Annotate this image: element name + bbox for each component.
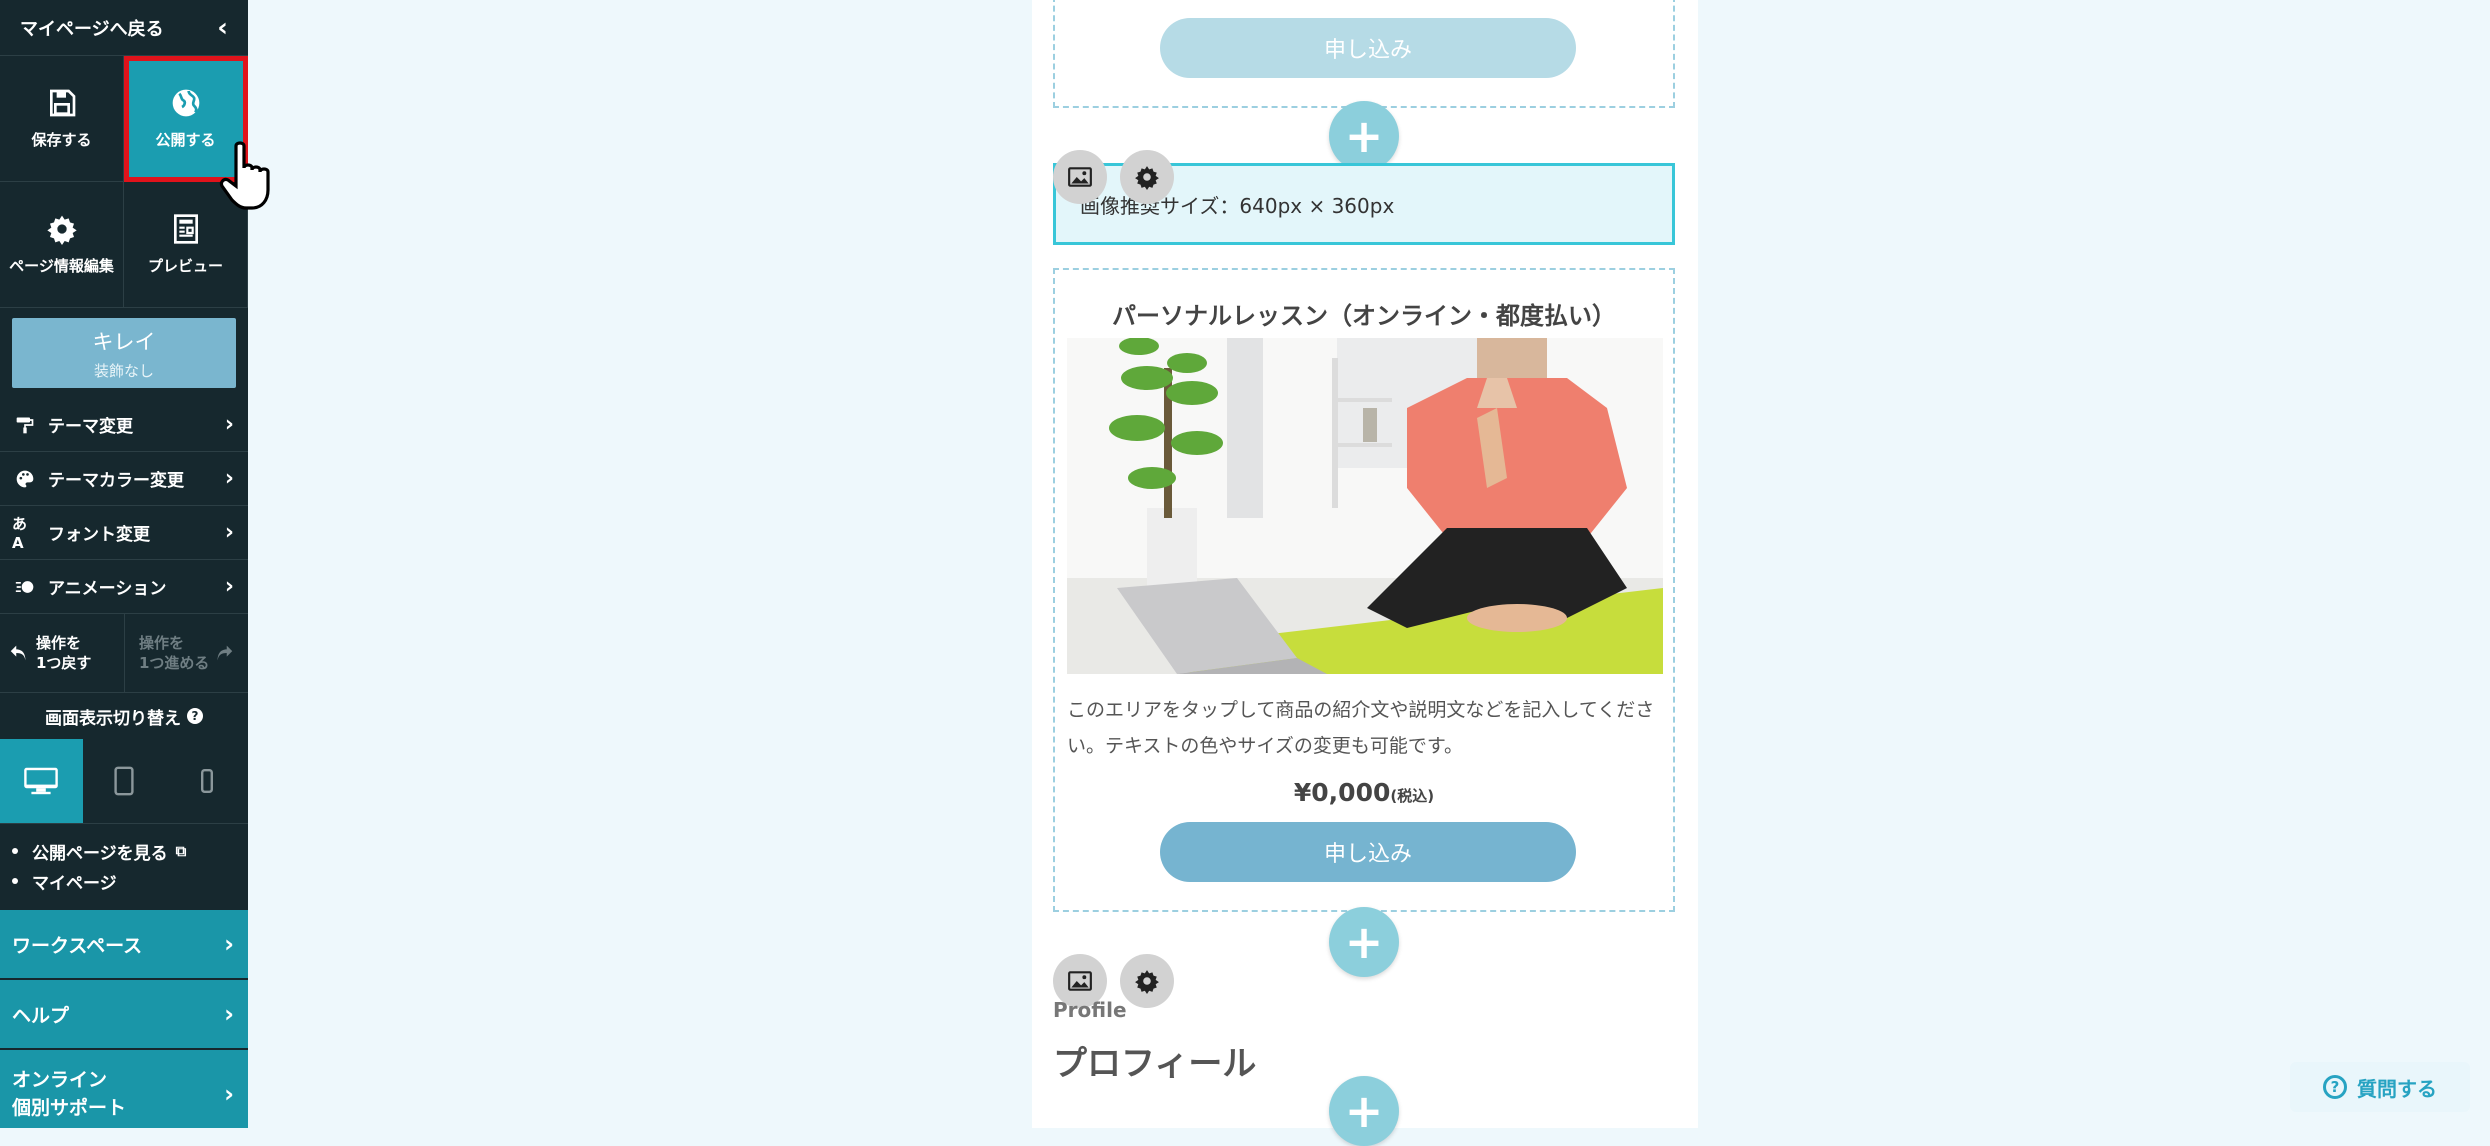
ask-question-label: 質問する [2357, 1076, 2437, 1101]
redo-label: 操作を 1つ進める [139, 634, 210, 672]
help-circle-icon[interactable]: ? [187, 708, 203, 724]
product-price: ¥0,000(税込) [1055, 778, 1673, 807]
image-icon [1068, 971, 1092, 991]
hand-cursor-icon [219, 141, 270, 210]
settings-tool-button[interactable] [1120, 954, 1174, 1008]
mypage-link-label: マイページ [32, 873, 117, 894]
plus-icon: + [1344, 1084, 1384, 1138]
paint-roller-icon [16, 417, 34, 433]
apply-button[interactable]: 申し込み [1160, 18, 1576, 78]
chevron-left-icon: ‹ [217, 12, 228, 43]
chevron-right-icon: › [224, 930, 234, 958]
palette-icon [16, 470, 34, 487]
publish-label: 公開する [155, 131, 216, 149]
product-description[interactable]: このエリアをタップして商品の紹介文や説明文などを記入してください。テキストの色や… [1067, 692, 1661, 764]
add-block-button[interactable]: + [1329, 907, 1399, 977]
font-icon: あA [12, 515, 28, 552]
gear-icon [46, 215, 77, 245]
save-label: 保存する [31, 131, 92, 149]
save-icon [49, 89, 75, 117]
image-tool-button[interactable] [1053, 150, 1107, 204]
chevron-right-icon: › [224, 520, 234, 545]
style-selector[interactable]: キレイ 装飾なし [12, 318, 236, 388]
product-block[interactable]: パーソナルレッスン（オンライン・都度払い） このエリアをタップして商品の紹介文や… [1053, 268, 1675, 912]
view-switch-title: 画面表示切り替え ? [0, 693, 248, 739]
add-block-button[interactable]: + [1329, 101, 1399, 171]
profile-subtitle[interactable]: Profile [1053, 998, 1127, 1022]
theme-color-item[interactable]: テーマカラー変更 › [0, 452, 248, 506]
workspace-button[interactable]: ワークスペース › [0, 910, 248, 980]
tablet-icon [114, 766, 134, 796]
mobile-icon [200, 769, 213, 793]
editor-sidebar: マイページへ戻る ‹ 保存する 公開する ページ情報編集 プレビュー キレイ 装… [0, 0, 248, 1128]
question-circle-icon: ? [2323, 1075, 2347, 1099]
apply-button[interactable]: 申し込み [1160, 822, 1576, 882]
back-to-mypage-label: マイページへ戻る [20, 18, 164, 40]
add-block-button[interactable]: + [1329, 1076, 1399, 1146]
image-icon [1068, 167, 1092, 187]
plus-icon: + [1344, 915, 1384, 969]
redo-button[interactable]: 操作を 1つ進める [124, 614, 248, 692]
product-image[interactable] [1067, 338, 1663, 674]
mypage-link[interactable]: マイページ [12, 866, 248, 896]
help-button[interactable]: ヘルプ › [0, 980, 248, 1050]
page-canvas: 申し込み + 画像推奨サイズ：640px × 360px パーソナルレッスン（オ… [1032, 0, 1698, 1146]
yoga-photo [1067, 338, 1663, 674]
preview-label: プレビュー [147, 257, 223, 275]
chevron-right-icon: › [224, 574, 234, 599]
view-public-page-link[interactable]: 公開ページを見る ⧉ [12, 836, 248, 866]
support-label-line1: オンライン [12, 1069, 108, 1091]
globe-icon [172, 89, 199, 117]
theme-change-label: テーマ変更 [48, 417, 133, 437]
settings-tool-button[interactable] [1120, 150, 1174, 204]
desktop-icon [24, 767, 59, 795]
ask-question-button[interactable]: ? 質問する [2290, 1062, 2470, 1112]
animation-label: アニメーション [48, 579, 167, 599]
page-info-label: ページ情報編集 [9, 257, 114, 275]
view-public-page-label: 公開ページを見る [32, 843, 168, 864]
chevron-right-icon: › [224, 1080, 234, 1108]
external-window-icon: ⧉ [175, 842, 187, 860]
font-change-item[interactable]: あA フォント変更 › [0, 506, 248, 560]
page-info-edit-button[interactable]: ページ情報編集 [0, 182, 124, 308]
gear-icon [1135, 970, 1159, 994]
back-to-mypage-button[interactable]: マイページへ戻る ‹ [0, 0, 248, 56]
price-tax-note: (税込) [1390, 787, 1435, 805]
desktop-view-button[interactable] [0, 739, 83, 823]
undo-label: 操作を 1つ戻す [36, 634, 92, 672]
preview-icon [173, 214, 198, 244]
chevron-right-icon: › [224, 466, 234, 491]
gear-icon [1135, 166, 1159, 190]
view-switch-label: 画面表示切り替え [45, 708, 181, 729]
animation-item[interactable]: アニメーション › [0, 560, 248, 614]
profile-heading[interactable]: プロフィール [1053, 1036, 1256, 1085]
tablet-view-button[interactable] [83, 739, 166, 823]
undo-icon [10, 645, 26, 661]
apply-label: 申し込み [1323, 38, 1412, 63]
animation-icon [15, 580, 34, 593]
save-button[interactable]: 保存する [0, 56, 124, 182]
chevron-right-icon: › [224, 1000, 234, 1028]
workspace-label: ワークスペース [12, 934, 143, 957]
plus-icon: + [1344, 109, 1384, 163]
help-label: ヘルプ [12, 1004, 70, 1027]
theme-color-label: テーマカラー変更 [48, 471, 184, 491]
mobile-view-button[interactable] [165, 739, 248, 823]
support-label-line2: 個別サポート [12, 1097, 127, 1119]
chevron-right-icon: › [224, 412, 234, 437]
undo-button[interactable]: 操作を 1つ戻す [0, 614, 124, 692]
redo-icon [218, 645, 233, 661]
online-support-button[interactable]: オンライン 個別サポート › [0, 1050, 248, 1128]
product-title: パーソナルレッスン（オンライン・都度払い） [1112, 302, 1616, 330]
font-change-label: フォント変更 [48, 525, 150, 545]
apply-label: 申し込み [1323, 842, 1412, 867]
style-name: キレイ [92, 329, 156, 354]
price-value: ¥0,000 [1293, 778, 1391, 807]
product-block-top[interactable]: 申し込み [1053, 0, 1675, 108]
style-subtitle: 装飾なし [93, 361, 154, 380]
theme-change-item[interactable]: テーマ変更 › [0, 398, 248, 452]
